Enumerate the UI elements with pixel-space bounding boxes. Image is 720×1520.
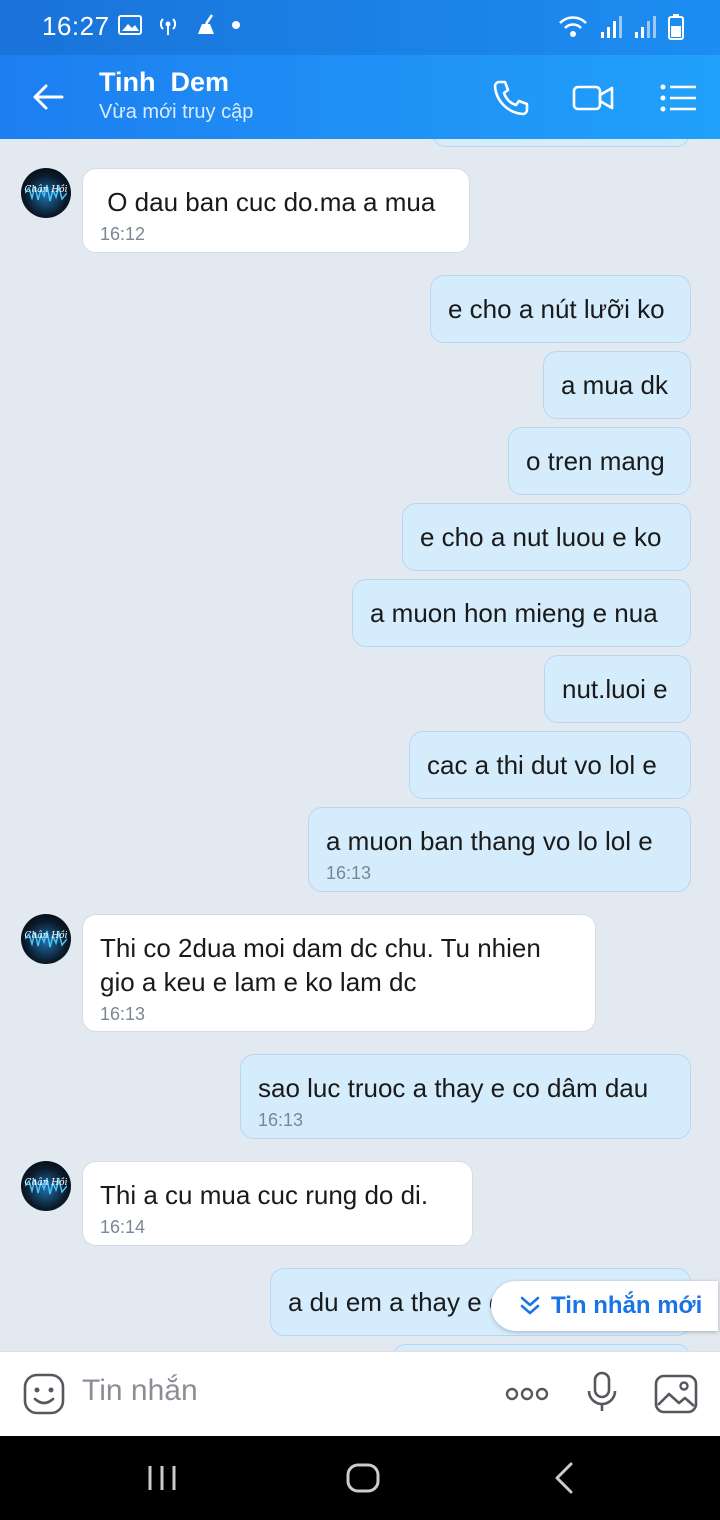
signal-icon bbox=[601, 16, 622, 38]
message-bubble[interactable]: e cho a nút lưỡi ko bbox=[430, 275, 691, 343]
signal-2-icon bbox=[635, 16, 656, 38]
contact-avatar[interactable]: Chân Hồi bbox=[21, 168, 71, 218]
message-bubble[interactable]: nut.luoi e bbox=[544, 655, 691, 723]
message-text: a muon ban thang vo lo lol e bbox=[326, 826, 653, 856]
message-text: a muon hon mieng e nua bbox=[370, 598, 658, 628]
phone-call-icon[interactable] bbox=[490, 77, 532, 119]
message-text: Thi a cu mua cuc rung do di. bbox=[100, 1180, 429, 1210]
menu-list-icon[interactable] bbox=[657, 77, 699, 119]
message-composer: Tin nhắn bbox=[0, 1351, 720, 1437]
message-time: 16:13 bbox=[258, 1110, 304, 1130]
message-text: cac a thi dut vo lol e bbox=[427, 750, 657, 780]
message-bubble[interactable]: Thi co 2dua moi dam dc chu. Tu nhien gio… bbox=[82, 914, 596, 1032]
video-call-icon[interactable] bbox=[572, 77, 614, 119]
message-bubble[interactable]: a mua dk bbox=[543, 351, 691, 419]
message-text: o tren mang bbox=[526, 446, 665, 476]
emoji-sticker-icon[interactable] bbox=[22, 1372, 66, 1416]
message-time: 16:13 bbox=[100, 1004, 146, 1024]
message-text: e cho a nút lưỡi ko bbox=[448, 294, 665, 324]
wifi-icon bbox=[559, 16, 587, 37]
back-nav-icon[interactable] bbox=[543, 1456, 587, 1500]
message-text: sao luc truoc a thay e co dâm dau bbox=[258, 1073, 649, 1103]
message-text: nut.luoi e bbox=[562, 674, 668, 704]
contact-avatar[interactable]: Chân Hồi bbox=[21, 1161, 71, 1211]
more-options-icon[interactable] bbox=[505, 1372, 549, 1416]
contact-status: Vừa mới truy cập bbox=[99, 101, 254, 123]
recent-apps-icon[interactable] bbox=[140, 1456, 184, 1500]
chat-header: Tinh Dem Vừa mới truy cập bbox=[0, 55, 720, 139]
message-bubble[interactable]: Thi a cu mua cuc rung do di. 16:14 bbox=[82, 1161, 473, 1246]
message-time: 16:14 bbox=[100, 1217, 146, 1237]
home-icon[interactable] bbox=[341, 1456, 385, 1500]
back-arrow-icon[interactable] bbox=[26, 75, 70, 119]
message-bubble-partial bbox=[392, 1344, 691, 1351]
status-time: 16:27 bbox=[42, 11, 110, 41]
battery-icon bbox=[668, 14, 684, 40]
message-bubble-partial bbox=[432, 139, 690, 147]
new-messages-label: Tin nhắn mới bbox=[551, 1292, 703, 1319]
message-bubble[interactable]: o tren mang bbox=[508, 427, 691, 495]
status-bar: 16:27 bbox=[0, 0, 720, 55]
message-text: a mua dk bbox=[561, 370, 668, 400]
message-bubble[interactable]: cac a thi dut vo lol e bbox=[409, 731, 691, 799]
message-bubble[interactable]: e cho a nut luou e ko bbox=[402, 503, 691, 571]
gallery-icon bbox=[118, 15, 142, 35]
microphone-icon[interactable] bbox=[580, 1370, 624, 1414]
message-time: 16:12 bbox=[100, 224, 146, 244]
message-text: O dau ban cuc do.ma a mua bbox=[100, 187, 436, 217]
new-messages-button[interactable]: Tin nhắn mới bbox=[491, 1281, 718, 1331]
message-bubble[interactable]: a muon ban thang vo lo lol e 16:13 bbox=[308, 807, 691, 892]
notification-dot-icon bbox=[232, 21, 240, 29]
message-bubble[interactable]: a muon hon mieng e nua bbox=[352, 579, 691, 647]
system-navigation-bar bbox=[0, 1436, 720, 1520]
message-bubble[interactable]: sao luc truoc a thay e co dâm dau 16:13 bbox=[240, 1054, 691, 1139]
message-bubble[interactable]: O dau ban cuc do.ma a mua 16:12 bbox=[82, 168, 470, 253]
message-list[interactable]: Chân Hồi O dau ban cuc do.ma a mua 16:12… bbox=[0, 139, 720, 1351]
image-gallery-icon[interactable] bbox=[654, 1372, 698, 1416]
hotspot-icon bbox=[159, 18, 177, 35]
double-chevron-down-icon bbox=[520, 1296, 540, 1315]
message-text: e cho a nut luou e ko bbox=[420, 522, 662, 552]
contact-name[interactable]: Tinh Dem bbox=[99, 67, 229, 98]
message-text: Thi co 2dua moi dam dc chu. Tu nhien gio… bbox=[100, 933, 541, 997]
contact-avatar[interactable]: Chân Hồi bbox=[21, 914, 71, 964]
cleaner-icon bbox=[198, 14, 214, 34]
message-time: 16:13 bbox=[326, 863, 372, 883]
message-input[interactable]: Tin nhắn bbox=[82, 1374, 198, 1408]
